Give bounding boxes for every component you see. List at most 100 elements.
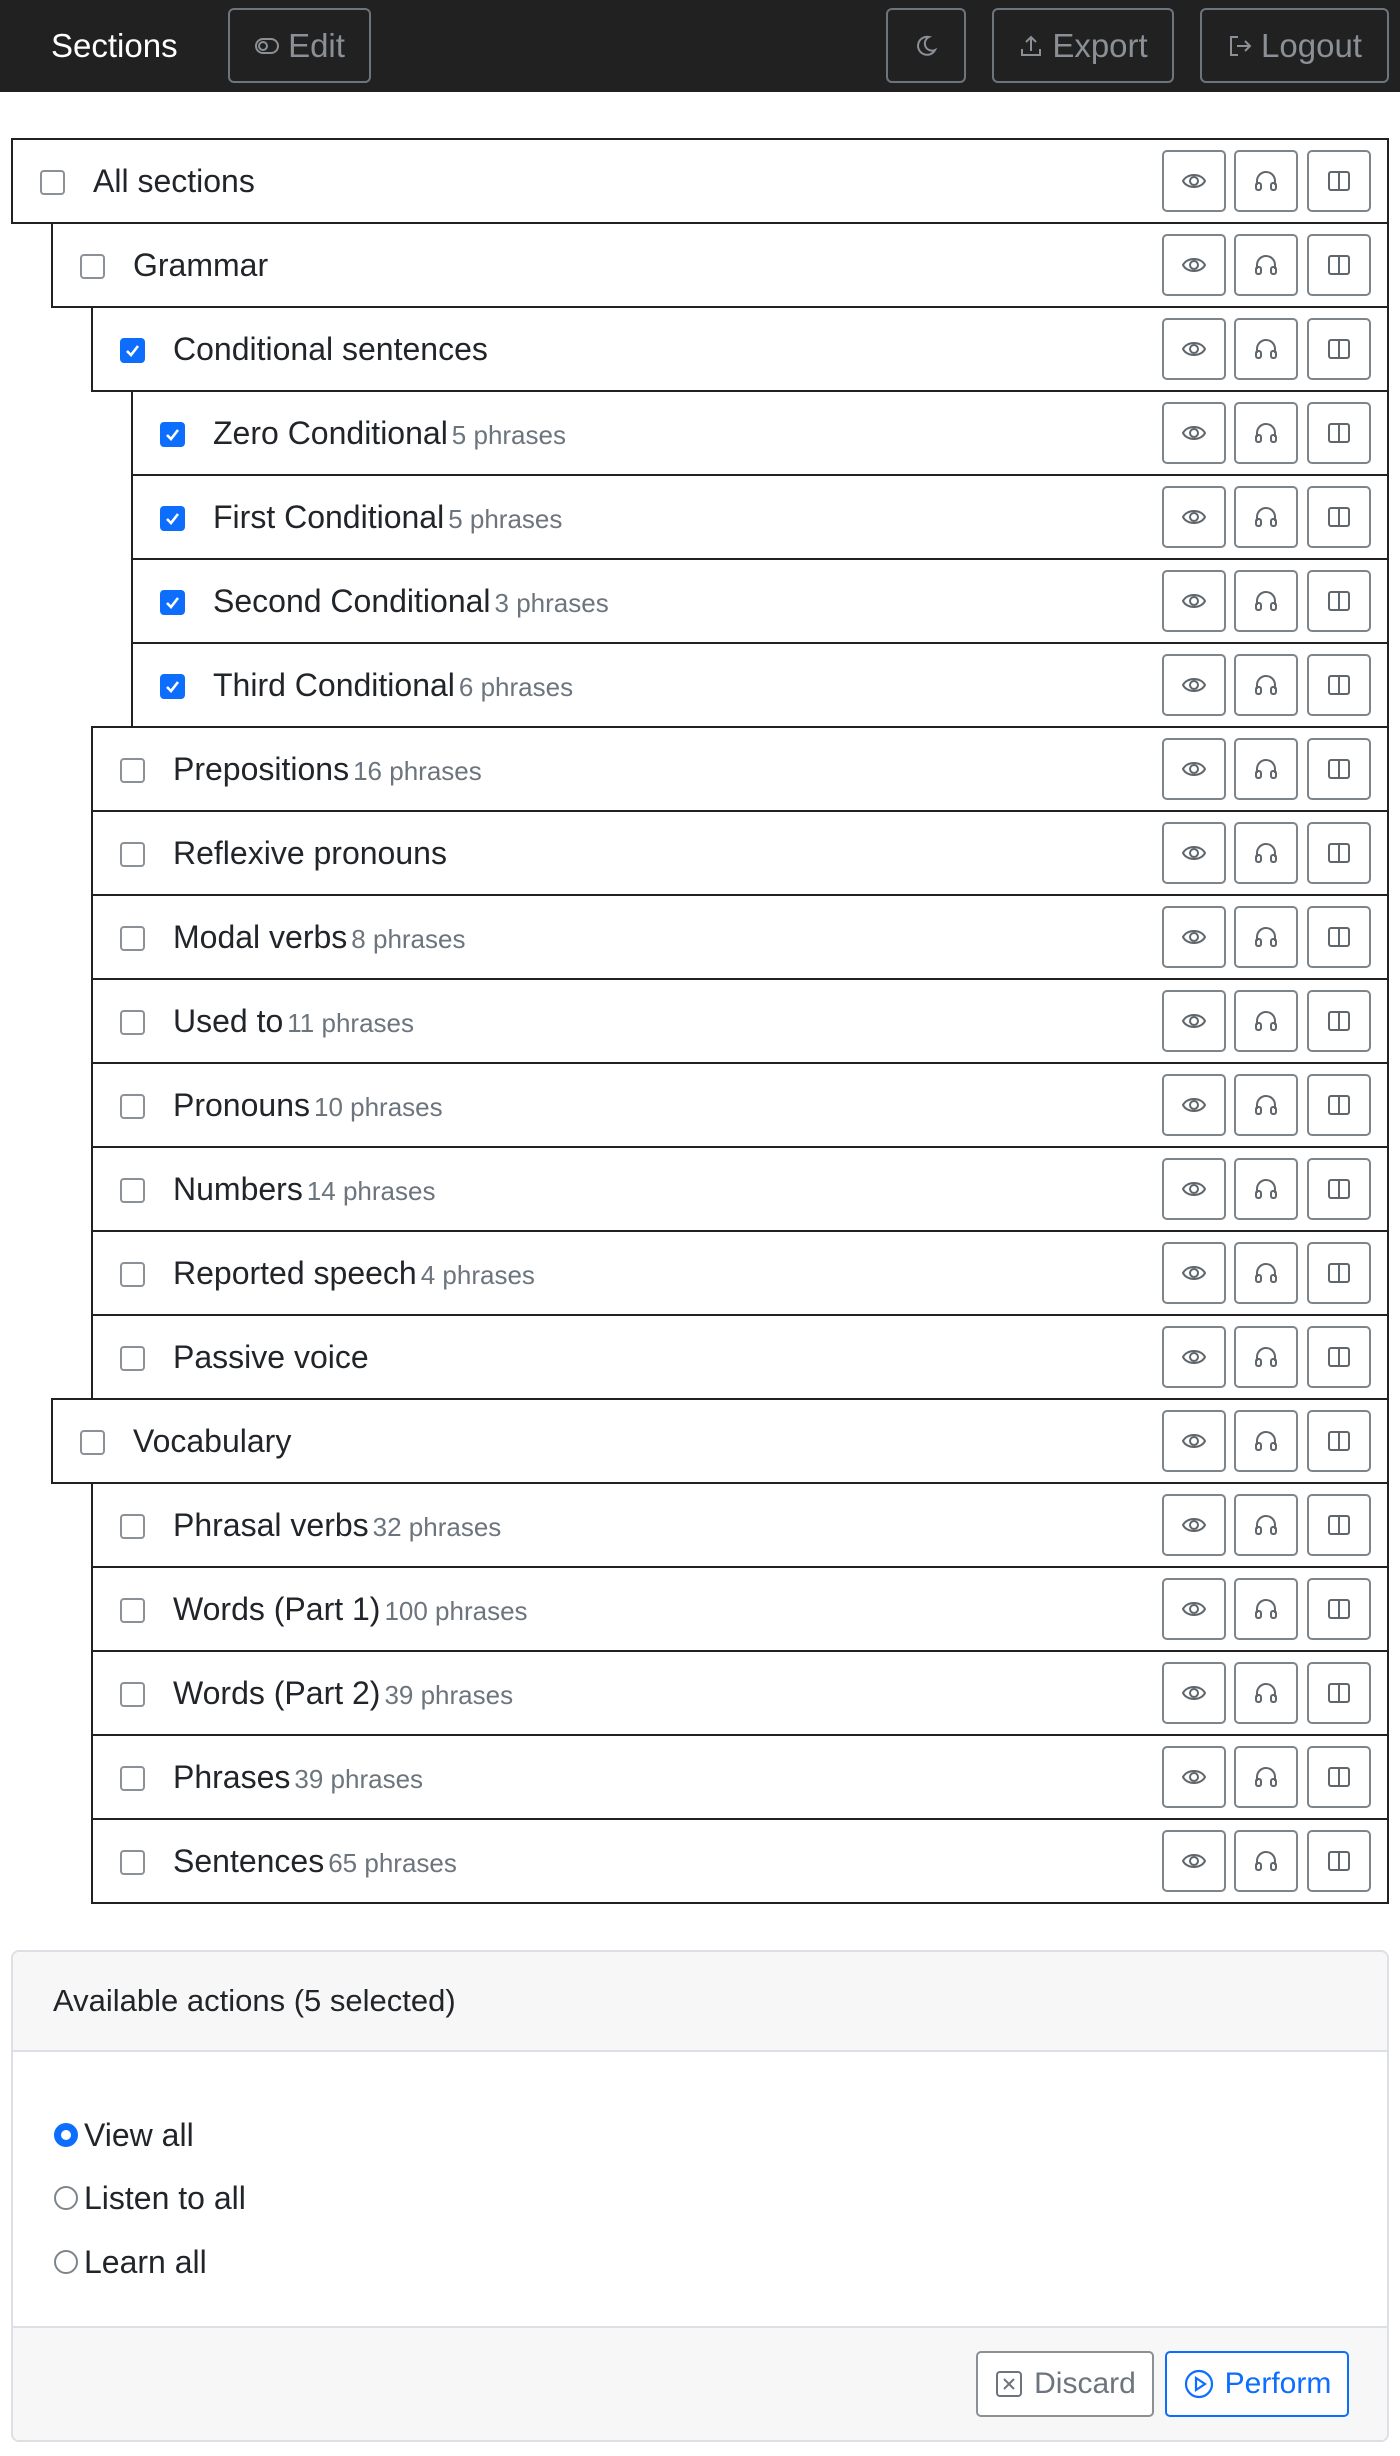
listen-button[interactable] <box>1234 402 1298 464</box>
learn-button[interactable] <box>1307 906 1371 968</box>
listen-button[interactable] <box>1234 1074 1298 1136</box>
section-checkbox[interactable] <box>120 1682 145 1707</box>
listen-button[interactable] <box>1234 486 1298 548</box>
section-row[interactable]: Reported speech 4 phrases <box>91 1230 1389 1316</box>
view-button[interactable] <box>1162 1326 1226 1388</box>
view-button[interactable] <box>1162 234 1226 296</box>
radio-view-all[interactable]: View all <box>54 2115 194 2155</box>
section-row[interactable]: Phrasal verbs 32 phrases <box>91 1482 1389 1568</box>
listen-button[interactable] <box>1234 1662 1298 1724</box>
section-checkbox[interactable] <box>160 674 185 699</box>
listen-button[interactable] <box>1234 1410 1298 1472</box>
learn-button[interactable] <box>1307 402 1371 464</box>
learn-button[interactable] <box>1307 1662 1371 1724</box>
export-button[interactable]: Export <box>992 8 1174 83</box>
learn-button[interactable] <box>1307 1830 1371 1892</box>
section-checkbox[interactable] <box>160 590 185 615</box>
discard-button[interactable]: Discard <box>976 2351 1154 2417</box>
section-checkbox[interactable] <box>120 1346 145 1371</box>
section-row[interactable]: Prepositions 16 phrases <box>91 726 1389 812</box>
section-row[interactable]: Phrases 39 phrases <box>91 1734 1389 1820</box>
radio-button[interactable] <box>54 2186 78 2210</box>
section-checkbox[interactable] <box>120 1598 145 1623</box>
section-row[interactable]: Zero Conditional 5 phrases <box>131 390 1389 476</box>
listen-button[interactable] <box>1234 1578 1298 1640</box>
learn-button[interactable] <box>1307 1242 1371 1304</box>
radio-button[interactable] <box>54 2250 78 2274</box>
section-checkbox[interactable] <box>120 1766 145 1791</box>
learn-button[interactable] <box>1307 234 1371 296</box>
section-row[interactable]: Third Conditional 6 phrases <box>131 642 1389 728</box>
learn-button[interactable] <box>1307 822 1371 884</box>
section-checkbox[interactable] <box>80 1430 105 1455</box>
view-button[interactable] <box>1162 990 1226 1052</box>
learn-button[interactable] <box>1307 654 1371 716</box>
section-checkbox[interactable] <box>120 338 145 363</box>
section-row[interactable]: Vocabulary <box>51 1398 1389 1484</box>
edit-button[interactable]: Edit <box>228 8 371 83</box>
view-button[interactable] <box>1162 1242 1226 1304</box>
logout-button[interactable]: Logout <box>1200 8 1389 83</box>
radio-button[interactable] <box>54 2123 78 2147</box>
view-button[interactable] <box>1162 822 1226 884</box>
section-checkbox[interactable] <box>120 1262 145 1287</box>
listen-button[interactable] <box>1234 1158 1298 1220</box>
section-checkbox[interactable] <box>120 758 145 783</box>
listen-button[interactable] <box>1234 1746 1298 1808</box>
learn-button[interactable] <box>1307 1410 1371 1472</box>
view-button[interactable] <box>1162 402 1226 464</box>
listen-button[interactable] <box>1234 1326 1298 1388</box>
view-button[interactable] <box>1162 318 1226 380</box>
section-row[interactable]: First Conditional 5 phrases <box>131 474 1389 560</box>
view-button[interactable] <box>1162 150 1226 212</box>
listen-button[interactable] <box>1234 570 1298 632</box>
learn-button[interactable] <box>1307 1326 1371 1388</box>
section-checkbox[interactable] <box>120 1850 145 1875</box>
section-row[interactable]: Second Conditional 3 phrases <box>131 558 1389 644</box>
listen-button[interactable] <box>1234 906 1298 968</box>
section-row[interactable]: Numbers 14 phrases <box>91 1146 1389 1232</box>
learn-button[interactable] <box>1307 1578 1371 1640</box>
view-button[interactable] <box>1162 1578 1226 1640</box>
section-checkbox[interactable] <box>120 1010 145 1035</box>
learn-button[interactable] <box>1307 990 1371 1052</box>
listen-button[interactable] <box>1234 1830 1298 1892</box>
section-row[interactable]: Words (Part 1) 100 phrases <box>91 1566 1389 1652</box>
section-row[interactable]: Grammar <box>51 222 1389 308</box>
view-button[interactable] <box>1162 654 1226 716</box>
view-button[interactable] <box>1162 486 1226 548</box>
dark-mode-button[interactable] <box>886 8 966 83</box>
learn-button[interactable] <box>1307 1158 1371 1220</box>
view-button[interactable] <box>1162 1830 1226 1892</box>
section-row[interactable]: Reflexive pronouns <box>91 810 1389 896</box>
section-checkbox[interactable] <box>120 842 145 867</box>
section-row[interactable]: Modal verbs 8 phrases <box>91 894 1389 980</box>
section-checkbox[interactable] <box>80 254 105 279</box>
section-row[interactable]: Words (Part 2) 39 phrases <box>91 1650 1389 1736</box>
listen-button[interactable] <box>1234 234 1298 296</box>
section-row[interactable]: All sections <box>11 138 1389 224</box>
section-checkbox[interactable] <box>160 422 185 447</box>
listen-button[interactable] <box>1234 1242 1298 1304</box>
learn-button[interactable] <box>1307 570 1371 632</box>
section-row[interactable]: Passive voice <box>91 1314 1389 1400</box>
perform-button[interactable]: Perform <box>1165 2351 1349 2417</box>
learn-button[interactable] <box>1307 318 1371 380</box>
section-checkbox[interactable] <box>160 506 185 531</box>
learn-button[interactable] <box>1307 738 1371 800</box>
view-button[interactable] <box>1162 1158 1226 1220</box>
section-checkbox[interactable] <box>120 1094 145 1119</box>
view-button[interactable] <box>1162 906 1226 968</box>
view-button[interactable] <box>1162 1074 1226 1136</box>
section-row[interactable]: Sentences 65 phrases <box>91 1818 1389 1904</box>
section-checkbox[interactable] <box>120 1514 145 1539</box>
section-row[interactable]: Pronouns 10 phrases <box>91 1062 1389 1148</box>
learn-button[interactable] <box>1307 150 1371 212</box>
learn-button[interactable] <box>1307 1746 1371 1808</box>
section-checkbox[interactable] <box>120 1178 145 1203</box>
radio-learn-all[interactable]: Learn all <box>54 2242 207 2282</box>
listen-button[interactable] <box>1234 990 1298 1052</box>
view-button[interactable] <box>1162 738 1226 800</box>
listen-button[interactable] <box>1234 654 1298 716</box>
listen-button[interactable] <box>1234 738 1298 800</box>
